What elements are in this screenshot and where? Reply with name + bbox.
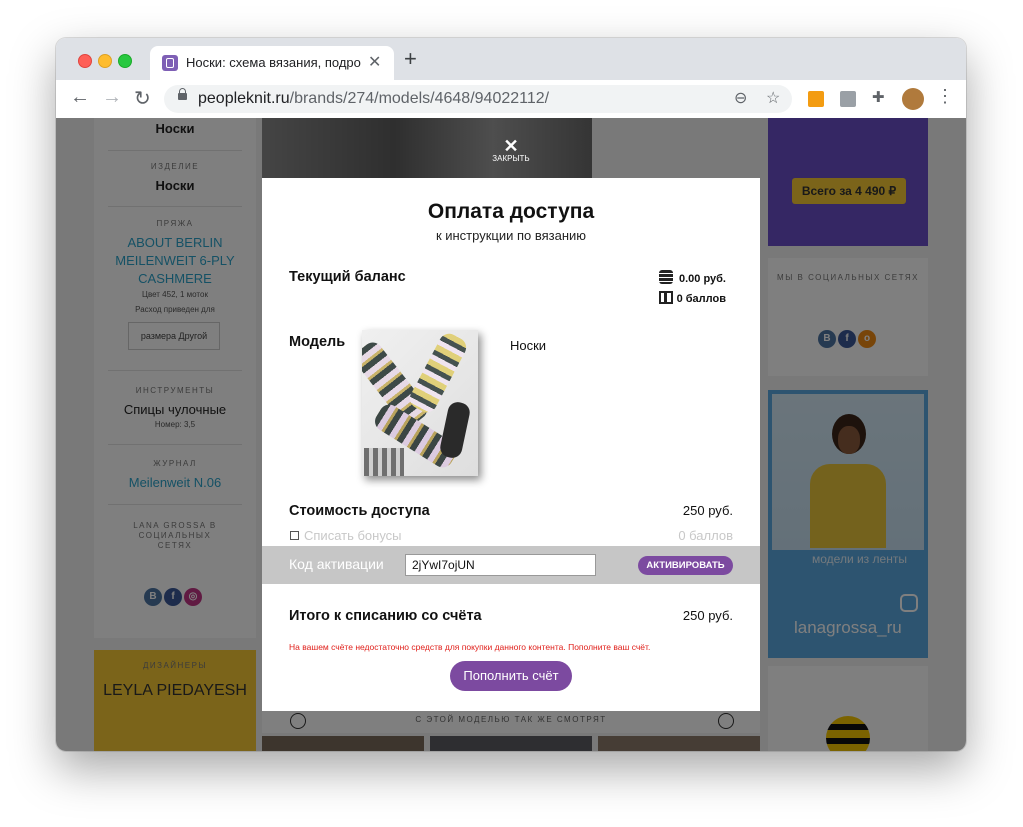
activation-label: Код активации <box>289 556 384 572</box>
browser-window: Носки: схема вязания, подро ✕ + ← → ↻ pe… <box>56 38 966 751</box>
bookmark-star-icon[interactable]: ☆ <box>766 88 780 108</box>
back-arrow-icon[interactable]: ← <box>70 86 90 109</box>
zoom-magnifier-icon[interactable]: ⊖ <box>734 88 747 108</box>
tab-title: Носки: схема вязания, подро <box>186 55 361 70</box>
balance-label: Текущий баланс <box>289 269 406 285</box>
balance-points: 0 баллов <box>658 291 726 305</box>
site-favicon-icon <box>162 55 178 71</box>
balance-money: 0.00 руб. <box>658 270 726 285</box>
lock-icon <box>178 88 187 100</box>
url-text: peopleknit.ru/brands/274/models/4648/940… <box>198 90 550 107</box>
activate-button[interactable]: АКТИВИРОВАТЬ <box>638 556 733 575</box>
web-page: Носки ИЗДЕЛИЕ Носки ПРЯЖА ABOUT BERLIN M… <box>56 118 966 751</box>
close-label[interactable]: ЗАКРЫТЬ <box>486 154 536 163</box>
coins-icon <box>658 270 673 284</box>
new-tab-button[interactable]: + <box>404 46 417 72</box>
close-window-button[interactable] <box>78 54 92 68</box>
cost-label: Стоимость доступа <box>289 503 430 519</box>
model-name: Носки <box>510 338 547 353</box>
activation-bar: Код активации АКТИВИРОВАТЬ <box>262 546 760 584</box>
forward-arrow-icon[interactable]: → <box>102 86 122 109</box>
payment-modal: Оплата доступа к инструкции по вязанию Т… <box>262 178 760 711</box>
tab-strip: Носки: схема вязания, подро ✕ + <box>56 38 966 80</box>
menu-kebab-icon[interactable]: ⋮ <box>936 86 954 107</box>
gift-icon <box>658 291 673 304</box>
minimize-window-button[interactable] <box>98 54 112 68</box>
model-label: Модель <box>289 334 346 350</box>
browser-toolbar: ← → ↻ peopleknit.ru/brands/274/models/46… <box>56 80 966 119</box>
modal-title: Оплата доступа <box>427 200 595 223</box>
modal-subtitle: к инструкции по вязанию <box>435 228 587 243</box>
zoom-window-button[interactable] <box>118 54 132 68</box>
topup-button[interactable]: Пополнить счёт <box>450 661 572 691</box>
total-value: 250 руб. <box>682 608 733 623</box>
bonus-label[interactable]: Списать бонусы <box>304 528 402 543</box>
insufficient-funds-warning: На вашем счёте недостаточно средств для … <box>289 642 651 652</box>
cost-value: 250 руб. <box>682 503 733 518</box>
reload-icon[interactable]: ↻ <box>134 86 151 111</box>
tab-close-icon[interactable]: ✕ <box>368 52 381 72</box>
activation-code-input[interactable] <box>405 554 596 576</box>
address-bar[interactable]: peopleknit.ru/brands/274/models/4648/940… <box>164 85 792 113</box>
bonus-checkbox[interactable] <box>290 531 299 540</box>
total-label: Итого к списанию со счёта <box>289 608 482 624</box>
rss-extension-icon[interactable] <box>808 91 824 107</box>
linkedin-extension-icon[interactable] <box>840 91 856 107</box>
extensions-puzzle-icon[interactable]: ✚ <box>872 88 888 106</box>
bonus-value: 0 баллов <box>678 528 733 543</box>
profile-avatar[interactable] <box>902 88 924 110</box>
browser-tab-active[interactable]: Носки: схема вязания, подро ✕ <box>150 46 394 80</box>
model-photo <box>362 330 478 476</box>
